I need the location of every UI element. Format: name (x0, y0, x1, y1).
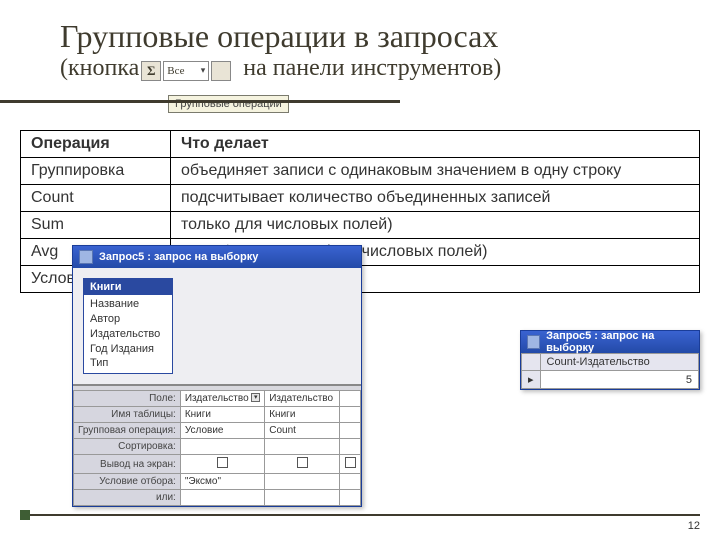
table-row: Группировкаобъединяет записи с одинаковы… (21, 158, 700, 185)
tooltip: Групповые операции (168, 95, 289, 113)
field-list-title: Книги (84, 279, 172, 295)
table-header-desc: Что делает (171, 131, 700, 158)
grid-row-label: Групповая операция: (74, 423, 181, 439)
field-item[interactable]: Автор (90, 312, 166, 327)
grid-row-label: Имя таблицы: (74, 407, 181, 423)
grid-cell[interactable]: Count (265, 423, 340, 439)
checkbox[interactable] (297, 457, 308, 468)
grid-cell[interactable] (340, 455, 361, 474)
window-title: Запрос5 : запрос на выборку (546, 330, 693, 354)
grid-cell[interactable] (180, 455, 264, 474)
grid-cell[interactable]: Книги (180, 407, 264, 423)
checkbox[interactable] (217, 457, 228, 468)
query-result-window[interactable]: Запрос5 : запрос на выборку Count-Издате… (520, 330, 700, 390)
grid-row-label: Условие отбора: (74, 474, 181, 490)
window-icon (527, 335, 540, 349)
grid-cell[interactable] (340, 474, 361, 490)
table-row: Sumтолько для числовых полей) (21, 212, 700, 239)
grid-cell[interactable]: "Эксмо" (180, 474, 264, 490)
subtitle-post: на панели инструментов) (243, 55, 501, 82)
grid-cell[interactable] (340, 439, 361, 455)
window-titlebar[interactable]: Запрос5 : запрос на выборку (521, 331, 699, 353)
table-row: Countподсчитывает количество объединенны… (21, 185, 700, 212)
grid-row-label: Вывод на экран: (74, 455, 181, 474)
dropdown-value: Все (167, 65, 184, 77)
slide-title: Групповые операции в запросах (0, 0, 720, 55)
grid-cell[interactable] (265, 490, 340, 506)
window-icon (79, 250, 93, 264)
grid-cell[interactable]: Издательство▾ (180, 391, 264, 407)
grid-cell[interactable] (180, 439, 264, 455)
grid-cell[interactable] (265, 439, 340, 455)
footer-line (20, 514, 700, 516)
row-marker-header (522, 354, 541, 371)
grid-row-label: или: (74, 490, 181, 506)
query-design-window[interactable]: Запрос5 : запрос на выборку Книги Назван… (72, 245, 362, 507)
grid-cell[interactable]: Книги (265, 407, 340, 423)
toolbar-icon[interactable] (211, 61, 231, 81)
grid-cell[interactable] (265, 455, 340, 474)
result-column-header: Count-Издательство (540, 354, 698, 371)
result-grid[interactable]: Count-Издательство ▸ 5 (521, 353, 699, 389)
grid-row-label: Сортировка: (74, 439, 181, 455)
grid-cell[interactable] (340, 490, 361, 506)
window-titlebar[interactable]: Запрос5 : запрос на выборку (73, 246, 361, 268)
grid-cell[interactable]: Условие (180, 423, 264, 439)
filter-dropdown[interactable]: Все ▾ (163, 61, 209, 81)
chevron-down-icon: ▾ (201, 65, 206, 76)
grid-cell[interactable] (340, 423, 361, 439)
checkbox[interactable] (345, 457, 356, 468)
title-underline (0, 100, 400, 103)
query-grid[interactable]: Поле: Издательство▾ Издательство Имя таб… (73, 390, 361, 506)
grid-cell[interactable] (180, 490, 264, 506)
table-header-op: Операция (21, 131, 171, 158)
grid-row-label: Поле: (74, 391, 181, 407)
dropdown-icon[interactable]: ▾ (251, 393, 260, 402)
field-item[interactable]: Издательство (90, 327, 166, 342)
field-item[interactable]: Год Издания (90, 342, 166, 357)
subtitle-pre: (кнопка (60, 55, 139, 82)
grid-cell[interactable]: Издательство (265, 391, 340, 407)
result-value[interactable]: 5 (540, 371, 698, 389)
field-list[interactable]: Книги Название Автор Издательство Год Из… (83, 278, 173, 374)
grid-cell[interactable] (340, 391, 361, 407)
page-number: 12 (688, 520, 700, 532)
grid-cell[interactable] (340, 407, 361, 423)
sigma-button[interactable]: Σ (141, 61, 161, 81)
slide-subtitle: (кнопка Σ Все ▾ на панели инструментов) (0, 55, 720, 82)
grid-cell[interactable] (265, 474, 340, 490)
window-title: Запрос5 : запрос на выборку (99, 251, 258, 263)
row-marker[interactable]: ▸ (522, 371, 541, 389)
footer-bullet (20, 510, 30, 520)
field-item[interactable]: Тип (90, 356, 166, 371)
field-item[interactable]: Название (90, 297, 166, 312)
